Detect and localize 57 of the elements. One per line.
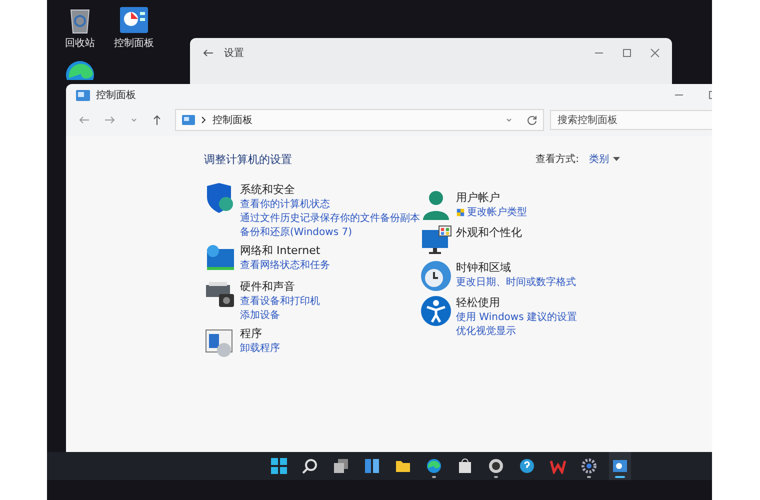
monitor-palette-icon[interactable] (420, 225, 452, 257)
widgets-icon[interactable] (364, 458, 380, 474)
w-logo-icon[interactable] (550, 458, 566, 474)
category-title[interactable]: 用户帐户 (456, 190, 500, 205)
category-link[interactable]: 备份和还原(Windows 7) (240, 225, 352, 239)
help-icon[interactable] (519, 458, 535, 474)
category-title[interactable]: 网络和 Internet (240, 243, 320, 258)
task-view-icon[interactable] (333, 458, 349, 474)
control-panel-icon (182, 115, 196, 125)
refresh-icon[interactable] (527, 115, 538, 125)
category-link[interactable]: 卸载程序 (240, 341, 280, 355)
category-title[interactable]: 系统和安全 (240, 182, 295, 197)
window-title: 设置 (224, 46, 244, 60)
uac-shield-icon (456, 208, 465, 216)
control-panel-icon[interactable] (119, 6, 149, 34)
browser-icon[interactable] (426, 458, 442, 474)
category-link[interactable]: 更改日期、时间或数字格式 (456, 275, 576, 289)
category-link[interactable]: 添加设备 (240, 308, 280, 322)
category-title[interactable]: 外观和个性化 (456, 225, 522, 240)
control-panel-icon[interactable] (612, 458, 628, 474)
settings-icon[interactable] (581, 458, 597, 474)
category-title[interactable]: 时钟和区域 (456, 260, 511, 275)
accessibility-icon[interactable] (420, 295, 452, 327)
control-panel-icon (76, 90, 90, 100)
category-link[interactable]: 使用 Windows 建议的设置 (456, 310, 577, 324)
back-arrow-icon[interactable] (202, 48, 214, 58)
category-title[interactable]: 程序 (240, 326, 262, 341)
category-title[interactable]: 轻松使用 (456, 295, 500, 310)
user-icon[interactable] (420, 190, 452, 222)
up-arrow-icon[interactable] (152, 114, 162, 126)
address-bar[interactable]: 控制面板 (175, 109, 544, 131)
page-heading: 调整计算机的设置 (204, 152, 292, 166)
shield-icon[interactable] (204, 182, 236, 214)
caret-icon (613, 156, 620, 162)
category-link[interactable]: 更改帐户类型 (456, 205, 527, 219)
folder-icon[interactable] (395, 458, 411, 474)
view-by-label: 查看方式: (536, 152, 579, 166)
chevron-right-icon (201, 116, 206, 124)
window-title: 控制面板 (96, 88, 136, 102)
breadcrumb-item[interactable]: 控制面板 (212, 113, 252, 127)
search-field[interactable]: 搜索控制面板 (550, 110, 712, 130)
round-app-icon[interactable] (488, 458, 504, 474)
category-link[interactable]: 查看你的计算机状态 (240, 197, 330, 211)
category-title[interactable]: 硬件和声音 (240, 279, 295, 294)
close-icon[interactable] (650, 48, 660, 58)
category-link[interactable]: 查看设备和打印机 (240, 294, 320, 308)
category-link[interactable]: 优化视觉显示 (456, 324, 516, 338)
search-icon[interactable] (302, 458, 318, 474)
desktop-icon-label[interactable]: 回收站 (65, 36, 95, 50)
forward-arrow-icon[interactable] (104, 115, 116, 125)
category-link[interactable]: 通过文件历史记录保存你的文件备份副本 (240, 211, 420, 225)
start-icon[interactable] (271, 458, 287, 474)
view-by-dropdown[interactable]: 类别 (585, 150, 624, 168)
maximize-icon[interactable] (622, 48, 632, 58)
shopping-bag-icon[interactable] (457, 458, 473, 474)
desktop-icon-label[interactable]: 控制面板 (114, 36, 154, 50)
category-link[interactable]: 查看网络状态和任务 (240, 258, 330, 272)
